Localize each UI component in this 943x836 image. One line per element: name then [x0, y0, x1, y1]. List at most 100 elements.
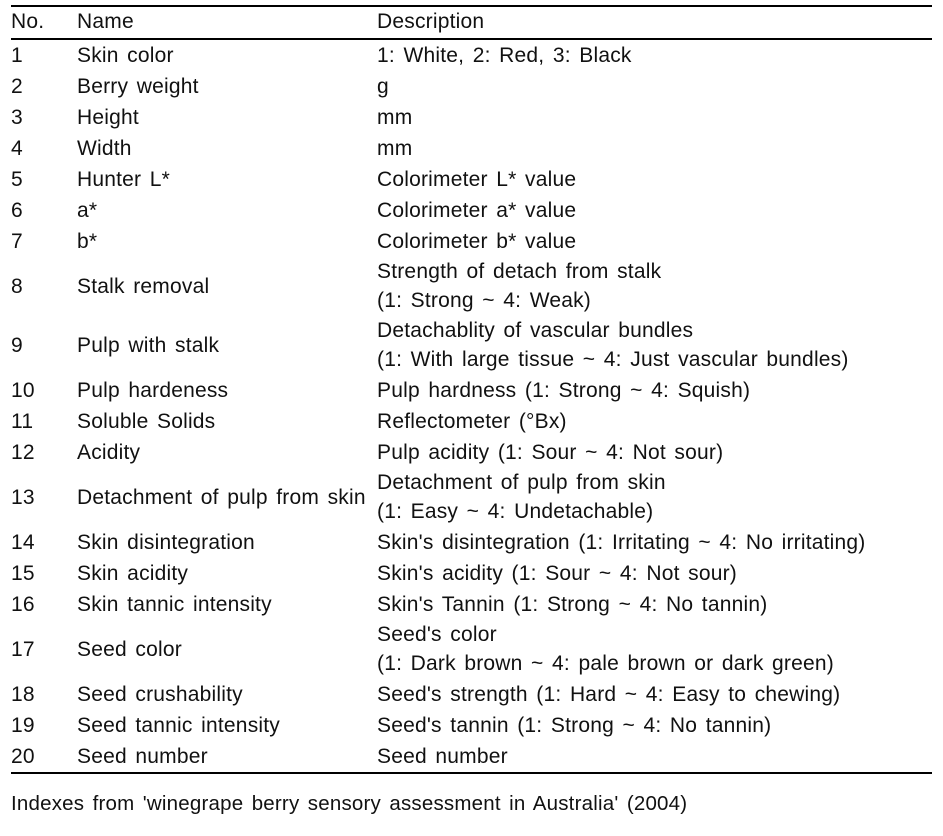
- cell-index-name: Skin disintegration: [77, 530, 255, 554]
- description-line: 1: White, 2: Red, 3: Black: [377, 43, 632, 67]
- table-row: 17 Seed color Seed's color (1: Dark brown ~…: [11, 620, 932, 679]
- description-line: Seed number: [377, 744, 508, 768]
- cell-index-name: Acidity: [77, 440, 141, 464]
- cell-index-number: 19: [11, 713, 35, 737]
- description-line: Skin's acidity (1: Sour ~ 4: Not sour): [377, 561, 737, 585]
- cell-index-description: Pulp hardness (1: Strong ~ 4: Squish): [377, 375, 932, 406]
- description-line: Skin's disintegration (1: Irritating ~ 4…: [377, 530, 866, 554]
- cell-index-name: Stalk removal: [77, 274, 210, 298]
- sensory-index-table-figure: No. Name Description 1 Skin color 1: White…: [0, 5, 943, 836]
- cell-index-description: Seed's strength (1: Hard ~ 4: Easy to ch…: [377, 679, 932, 710]
- cell-index-number: 3: [11, 105, 23, 129]
- cell-index-description: Colorimeter a* value: [377, 195, 932, 226]
- description-line: (1: Dark brown ~ 4: pale brown or dark g…: [377, 652, 834, 675]
- cell-index-number: 16: [11, 592, 35, 616]
- cell-index-number: 17: [11, 637, 35, 661]
- description-line: (1: Strong ~ 4: Weak): [377, 289, 591, 312]
- cell-index-name: Pulp with stalk: [77, 333, 220, 357]
- cell-index-description: Skin's Tannin (1: Strong ~ 4: No tannin): [377, 589, 932, 620]
- table-row: 11 Soluble Solids Reflectometer (°Bx): [11, 406, 932, 437]
- cell-index-description: Seed's tannin (1: Strong ~ 4: No tannin): [377, 710, 932, 741]
- cell-index-name: Skin tannic intensity: [77, 592, 272, 616]
- cell-index-name: Seed color: [77, 637, 182, 661]
- cell-index-name: a*: [77, 198, 98, 222]
- cell-index-number: 2: [11, 74, 23, 98]
- cell-index-number: 15: [11, 561, 35, 585]
- cell-index-number: 4: [11, 136, 23, 160]
- cell-index-description: Skin's disintegration (1: Irritating ~ 4…: [377, 527, 932, 558]
- description-line: Colorimeter b* value: [377, 229, 577, 253]
- description-line: Reflectometer (°Bx): [377, 409, 567, 433]
- cell-index-name: Seed crushability: [77, 682, 243, 706]
- cell-index-number: 6: [11, 198, 23, 222]
- cell-index-number: 18: [11, 682, 35, 706]
- cell-index-description: Skin's acidity (1: Sour ~ 4: Not sour): [377, 558, 932, 589]
- table-row: 3 Height mm: [11, 102, 932, 133]
- cell-index-name: Hunter L*: [77, 167, 171, 191]
- cell-index-description: mm: [377, 133, 932, 164]
- cell-index-number: 8: [11, 274, 23, 298]
- table-row: 10 Pulp hardeness Pulp hardness (1: Strong…: [11, 375, 932, 406]
- cell-index-number: 12: [11, 440, 35, 464]
- description-line: Seed's color: [377, 623, 497, 646]
- cell-index-name: Seed number: [77, 744, 208, 768]
- description-line: (1: With large tissue ~ 4: Just vascular…: [377, 348, 849, 371]
- cell-index-name: Seed tannic intensity: [77, 713, 280, 737]
- cell-index-description: Pulp acidity (1: Sour ~ 4: Not sour): [377, 437, 932, 468]
- table-row: 6 a* Colorimeter a* value: [11, 195, 932, 226]
- description-line: Seed's strength (1: Hard ~ 4: Easy to ch…: [377, 682, 841, 706]
- cell-index-number: 10: [11, 378, 35, 402]
- description-line: Colorimeter L* value: [377, 167, 577, 191]
- cell-index-description: 1: White, 2: Red, 3: Black: [377, 40, 932, 71]
- table-row: 19 Seed tannic intensity Seed's tannin (1:…: [11, 710, 932, 741]
- cell-index-number: 11: [11, 409, 34, 433]
- sensory-index-table-body: 1 Skin color 1: White, 2: Red, 3: Black 2 Be…: [11, 40, 932, 772]
- table-row: 20 Seed number Seed number: [11, 741, 932, 772]
- cell-index-name: Soluble Solids: [77, 409, 216, 433]
- description-line: Strength of detach from stalk: [377, 260, 662, 283]
- table-row: 1 Skin color 1: White, 2: Red, 3: Black: [11, 40, 932, 71]
- header-row: No. Name Description: [11, 7, 932, 38]
- column-header-no: No.: [11, 10, 45, 33]
- cell-index-number: 14: [11, 530, 35, 554]
- cell-index-description: g: [377, 71, 932, 102]
- cell-index-description: Strength of detach from stalk (1: Strong …: [377, 257, 932, 316]
- table-row: 2 Berry weight g: [11, 71, 932, 102]
- cell-index-description: Detachablity of vascular bundles (1: With…: [377, 316, 932, 375]
- cell-index-description: Reflectometer (°Bx): [377, 406, 932, 437]
- table-row: 5 Hunter L* Colorimeter L* value: [11, 164, 932, 195]
- description-line: g: [377, 74, 389, 98]
- table-row: 4 Width mm: [11, 133, 932, 164]
- table-row: 9 Pulp with stalk Detachablity of vascular…: [11, 316, 932, 375]
- table-footnote: Indexes from 'winegrape berry sensory as…: [11, 792, 688, 815]
- column-header-description: Description: [377, 10, 485, 33]
- cell-index-name: b*: [77, 229, 98, 253]
- description-line: Colorimeter a* value: [377, 198, 577, 222]
- description-line: Detachment of pulp from skin: [377, 471, 666, 494]
- table-row: 8 Stalk removal Strength of detach from st…: [11, 257, 932, 316]
- description-line: Skin's Tannin (1: Strong ~ 4: No tannin): [377, 592, 768, 616]
- table-row: 16 Skin tannic intensity Skin's Tannin (1:…: [11, 589, 932, 620]
- cell-index-number: 5: [11, 167, 23, 191]
- sensory-index-table: No. Name Description: [11, 7, 932, 38]
- table-row: 14 Skin disintegration Skin's disintegrati…: [11, 527, 932, 558]
- table-header: No. Name Description: [11, 7, 932, 38]
- cell-index-description: Colorimeter L* value: [377, 164, 932, 195]
- description-line: mm: [377, 105, 413, 129]
- table-row: 18 Seed crushability Seed's strength (1: H…: [11, 679, 932, 710]
- cell-index-description: mm: [377, 102, 932, 133]
- table-row: 13 Detachment of pulp from skin Detachment…: [11, 468, 932, 527]
- cell-index-description: Seed number: [377, 741, 932, 772]
- cell-index-description: Detachment of pulp from skin (1: Easy ~ 4…: [377, 468, 932, 527]
- table-row: 15 Skin acidity Skin's acidity (1: Sour ~ …: [11, 558, 932, 589]
- table-body: 1 Skin color 1: White, 2: Red, 3: Black 2 Be…: [11, 40, 932, 772]
- cell-index-name: Width: [77, 136, 132, 160]
- description-line: (1: Easy ~ 4: Undetachable): [377, 500, 654, 523]
- cell-index-number: 13: [11, 485, 35, 509]
- description-line: Seed's tannin (1: Strong ~ 4: No tannin): [377, 713, 772, 737]
- column-header-name: Name: [77, 10, 134, 33]
- cell-index-name: Pulp hardeness: [77, 378, 229, 402]
- table-row: 12 Acidity Pulp acidity (1: Sour ~ 4: Not …: [11, 437, 932, 468]
- cell-index-number: 9: [11, 333, 23, 357]
- cell-index-name: Skin acidity: [77, 561, 189, 585]
